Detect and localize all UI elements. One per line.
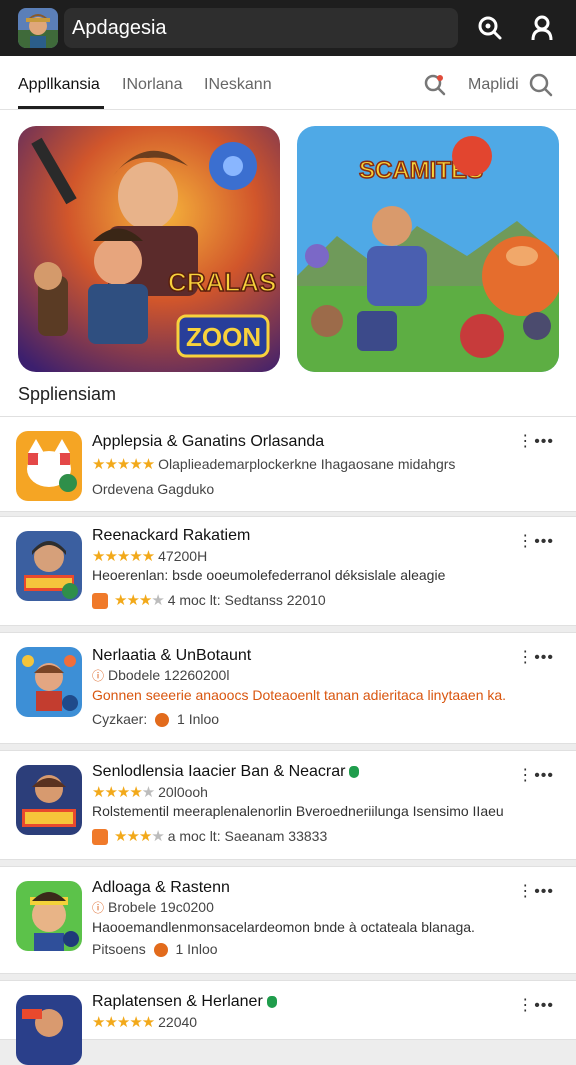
info-icon: ⓘ [92,901,105,915]
more-options-icon[interactable]: ⋮••• [517,431,554,451]
profile-button[interactable] [522,8,562,48]
app-card[interactable]: Applepsia & Ganatins Orlasanda ★★★★★ Ola… [0,416,576,512]
info-icon: ⓘ [92,669,105,683]
rating-stars: ★★★★ [114,828,165,845]
app-title: Reenackard Rakatiem [92,527,251,544]
app-icon [16,765,82,835]
rating-count: 22040 [158,1014,198,1030]
app-title: Applepsia & Ganatins Orlasanda [92,433,325,450]
more-options-icon[interactable]: ⋮••• [517,765,554,785]
verified-icon [266,995,277,1008]
app-card[interactable]: Adloaga & Rastenn ⓘ Brobele 19c0200 Haooe… [0,866,576,974]
search-button[interactable] [470,8,510,48]
app-icon [16,647,82,717]
tab-applications[interactable]: Appllkansia [18,76,100,94]
rating-stars: ★★★★★ [92,548,155,565]
search-icon [478,16,502,40]
rating-stars: ★★★★★ [92,784,155,801]
tab-norlana[interactable]: INorlana [122,76,182,94]
app-icon [16,881,82,951]
more-options-icon[interactable]: ⋮••• [517,647,554,667]
more-options-icon[interactable]: ⋮••• [517,881,554,901]
app-description: Rolstementil meeraplenalenorlin Bveroedn… [92,803,504,819]
more-options-icon[interactable]: ⋮••• [517,995,554,1015]
app-meta-line: Pitsoens 1 Inloo [92,941,218,958]
app-icon [16,995,82,1065]
offer-badge-icon [92,593,108,610]
app-rating-line: ★★★★★ 47200H [92,547,207,565]
rating-count: 20l0ooh [158,784,208,800]
app-description: Haooemandlenmonsacelardeomon bnde à octa… [92,919,475,935]
app-meta: 4 moc lt: Sedtanss 22010 [167,592,326,608]
active-tab-indicator [18,106,104,109]
rating-stars: ★★★★★ [92,1014,155,1031]
top-app-bar: Apdagesia [0,0,576,56]
app-title: Senlodlensia Iaacier Ban & Neacrar [92,763,360,781]
app-icon [16,531,82,601]
search-bar[interactable]: Apdagesia [64,8,459,48]
app-card[interactable]: Senlodlensia Iaacier Ban & Neacrar ★★★★★… [0,750,576,860]
app-title: Apdagesia [72,16,167,39]
app-card[interactable]: Reenackard Rakatiem ★★★★★ 47200H Heoeren… [0,516,576,626]
tab-bar: Appllkansia INorlana INeskann Maplidi [0,56,576,110]
app-release: ⓘ Dbodele 12260200l [92,667,230,683]
app-meta: a moc lt: Saeanam 33833 [167,828,328,844]
app-description: Heoerenlan: bsde ooeumolefederranol déks… [92,567,446,583]
rating-count: 47200H [158,548,208,564]
rating-stars: ★★★★ [114,592,165,609]
location-pin-icon[interactable] [422,72,448,98]
offer-badge-icon [92,829,108,846]
app-logo-icon[interactable] [18,8,58,48]
app-title: Adloaga & Rastenn [92,879,230,896]
app-meta-line: ★★★★ a moc lt: Saeanam 33833 [92,827,328,846]
download-badge-icon [155,713,170,728]
rating-stars: ★★★★★ [92,456,155,473]
featured-banner-2[interactable]: SCAMITES [297,126,559,372]
app-icon [16,431,82,501]
download-badge-icon [153,943,168,958]
banner-1-artwork: CRALAS ZOON [18,126,280,372]
app-card[interactable]: Raplatensen & Herlaner ★★★★★ 22040 ⋮••• [0,980,576,1065]
app-title: Raplatensen & Herlaner [92,993,277,1011]
featured-section: CRALAS ZOON SCAMITES Sppliensiam [0,110,576,416]
app-meta-line: ★★★★ 4 moc lt: Sedtanss 22010 [92,591,326,610]
section-title: Sppliensiam [18,384,117,404]
user-icon [531,15,553,41]
banner-1-sublogo: ZOON [186,322,261,352]
app-rating-line: ★★★★★ Olaplieademarplockerkne Ihagaosane… [92,455,455,473]
maplidi-link[interactable]: Maplidi [468,76,519,94]
app-meta-line: Cyzkaer: 1 Inloo [92,711,220,728]
banner-1-logo: CRALAS [168,267,276,297]
banner-2-artwork: SCAMITES [297,126,559,372]
tab-search-icon[interactable] [528,72,554,98]
app-developer: Ordevena Gagduko [92,481,215,497]
app-description: Gonnen seeerie anaoocs Doteaoenlt tanan … [92,687,507,703]
app-card[interactable]: Nerlaatia & UnBotaunt ⓘ Dbodele 12260200l… [0,632,576,744]
verified-icon [349,765,360,778]
app-description: Olaplieademarplockerkne Ihagaosane midah… [158,456,456,472]
more-options-icon[interactable]: ⋮••• [517,531,554,551]
app-release: ⓘ Brobele 19c0200 [92,899,214,915]
featured-banner-1[interactable]: CRALAS ZOON [18,126,280,372]
tab-neskann[interactable]: INeskann [204,76,272,94]
app-title: Nerlaatia & UnBotaunt [92,647,252,664]
app-rating-line: ★★★★★ 22040 [92,1013,197,1031]
app-rating-line: ★★★★★ 20l0ooh [92,783,208,801]
